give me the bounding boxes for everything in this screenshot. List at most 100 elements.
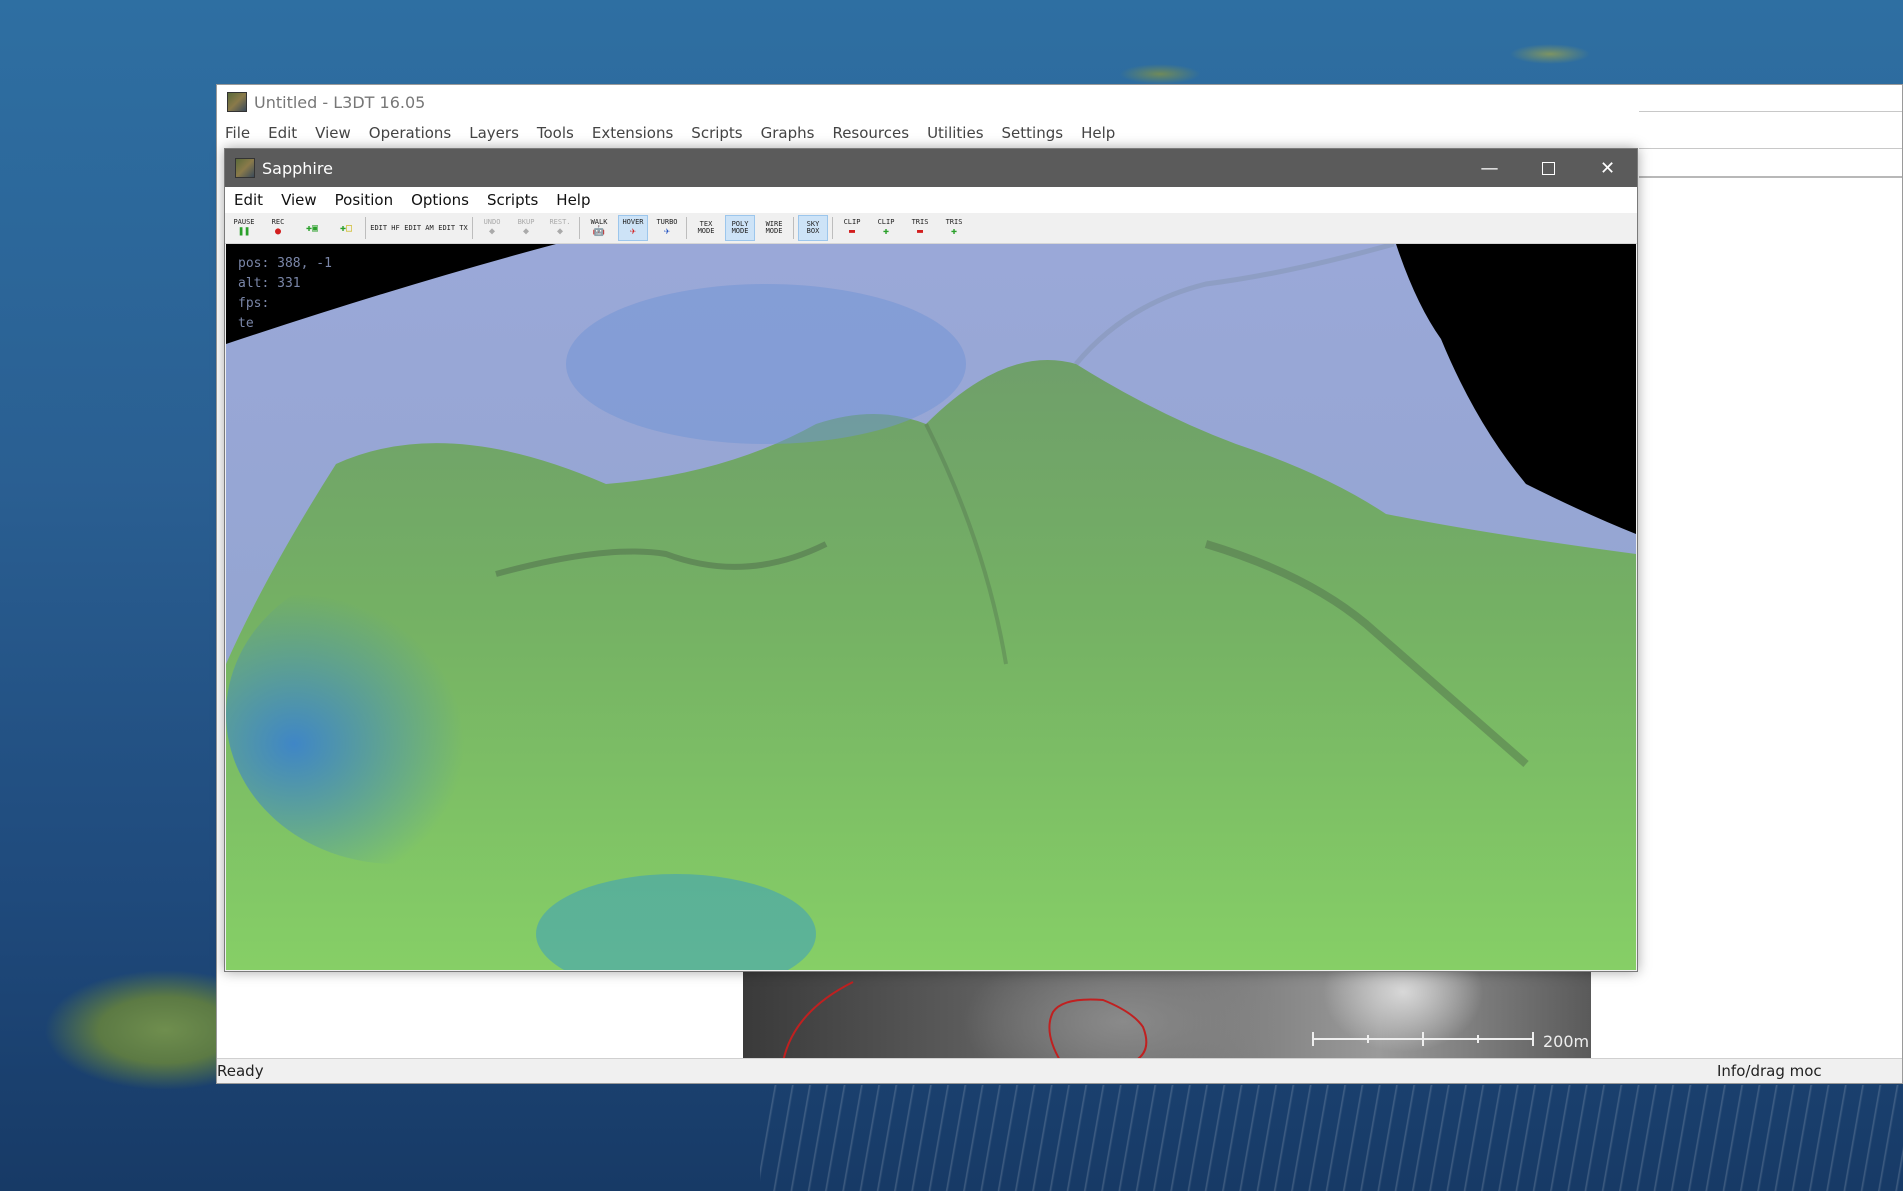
- l3dt-menu-file[interactable]: File: [225, 124, 250, 142]
- edit-heightfield-icon: EDIT HF: [370, 223, 400, 232]
- l3dt-menu-help[interactable]: Help: [1081, 124, 1115, 142]
- mdi-divider: [1639, 148, 1902, 149]
- edit-am-button[interactable]: EDIT AM: [404, 215, 434, 241]
- turbo-button[interactable]: TURBO ✈: [652, 215, 682, 241]
- l3dt-menu-layers[interactable]: Layers: [469, 124, 519, 142]
- toolbar-separator: [832, 217, 833, 239]
- l3dt-menu-extensions[interactable]: Extensions: [592, 124, 673, 142]
- sapphire-menu-position[interactable]: Position: [335, 191, 393, 209]
- save-icon: ✚▣: [305, 222, 319, 234]
- terrain-render: [226, 244, 1636, 970]
- l3dt-menu-view[interactable]: View: [315, 124, 351, 142]
- tris-plus-icon: ✚: [950, 226, 958, 237]
- fps-readout: fps:: [238, 296, 270, 311]
- l3dt-menu-scripts[interactable]: Scripts: [691, 124, 742, 142]
- wire-mode-icon: WIRE MODE: [765, 220, 783, 235]
- edit-texture-icon: EDIT TX: [438, 223, 468, 232]
- minimize-button[interactable]: —: [1460, 149, 1519, 187]
- turbo-icon: ✈: [663, 226, 671, 237]
- altitude-readout: alt: 331: [238, 276, 301, 291]
- hover-button[interactable]: HOVER ✈: [618, 215, 648, 241]
- sapphire-menu-help[interactable]: Help: [556, 191, 590, 209]
- toolbar-separator: [579, 217, 580, 239]
- sky-box-button[interactable]: SKY BOX: [798, 215, 828, 241]
- l3dt-title-bar[interactable]: Untitled - L3DT 16.05: [217, 85, 1902, 119]
- pause-button[interactable]: PAUSE ❚❚: [229, 215, 259, 241]
- edit-attributes-icon: EDIT AM: [404, 223, 434, 232]
- backup-icon: ◆: [522, 226, 530, 237]
- hover-icon: ✈: [629, 226, 637, 237]
- restore-button[interactable]: REST. ◆: [545, 215, 575, 241]
- save-button[interactable]: ✚▣: [297, 215, 327, 241]
- sapphire-window: Sapphire — ✕ Edit View Position Options …: [224, 148, 1638, 972]
- sapphire-title-bar[interactable]: Sapphire — ✕: [225, 149, 1637, 187]
- 3d-terrain-viewport[interactable]: pos: 388, -1 alt: 331 fps: te: [226, 244, 1636, 970]
- texture-mode-icon: TEX MODE: [697, 220, 715, 235]
- mdi-divider: [1639, 111, 1902, 112]
- clip-plus-button[interactable]: CLIP ✚: [871, 215, 901, 241]
- desktop-water-sparkle: [760, 1085, 1903, 1191]
- status-mode: Info/drag moc: [1717, 1062, 1822, 1080]
- sapphire-menu-scripts[interactable]: Scripts: [487, 191, 538, 209]
- sapphire-menu-bar: Edit View Position Options Scripts Help: [225, 187, 1637, 213]
- l3dt-window-title: Untitled - L3DT 16.05: [254, 92, 426, 112]
- scale-bar: [1312, 1032, 1534, 1046]
- close-button[interactable]: ✕: [1578, 149, 1637, 187]
- l3dt-menu-bar: File Edit View Operations Layers Tools E…: [217, 119, 1902, 147]
- undo-button[interactable]: UNDO ◆: [477, 215, 507, 241]
- status-text: Ready: [217, 1062, 264, 1080]
- sapphire-menu-edit[interactable]: Edit: [234, 191, 263, 209]
- record-icon: ●: [274, 226, 282, 237]
- tris-minus-button[interactable]: TRIS ▬: [905, 215, 935, 241]
- l3dt-menu-graphs[interactable]: Graphs: [761, 124, 815, 142]
- l3dt-menu-edit[interactable]: Edit: [268, 124, 297, 142]
- clip-plus-icon: ✚: [882, 226, 890, 237]
- minimize-icon: —: [1480, 157, 1499, 179]
- undo-icon: ◆: [488, 226, 496, 237]
- l3dt-menu-settings[interactable]: Settings: [1002, 124, 1064, 142]
- sapphire-window-title: Sapphire: [262, 158, 333, 178]
- maximize-button[interactable]: [1519, 149, 1578, 187]
- sapphire-menu-view[interactable]: View: [281, 191, 317, 209]
- position-overlay: pos: 388, -1 alt: 331 fps: te: [238, 254, 332, 334]
- toolbar-separator: [472, 217, 473, 239]
- poly-mode-icon: POLY MODE: [731, 220, 749, 235]
- toolbar-separator: [793, 217, 794, 239]
- toolbar-separator: [365, 217, 366, 239]
- edit-hf-button[interactable]: EDIT HF: [370, 215, 400, 241]
- status-bar: Ready Info/drag moc: [217, 1058, 1902, 1083]
- tris-minus-icon: ▬: [916, 226, 924, 237]
- backup-button[interactable]: BKUP ◆: [511, 215, 541, 241]
- l3dt-menu-resources[interactable]: Resources: [832, 124, 909, 142]
- l3dt-app-icon: [227, 92, 247, 112]
- toolbar-separator: [686, 217, 687, 239]
- load-button[interactable]: ✚□: [331, 215, 361, 241]
- clip-minus-button[interactable]: CLIP ▬: [837, 215, 867, 241]
- l3dt-menu-tools[interactable]: Tools: [537, 124, 574, 142]
- walk-icon: 🤖: [592, 226, 606, 237]
- record-button[interactable]: REC ●: [263, 215, 293, 241]
- l3dt-menu-operations[interactable]: Operations: [369, 124, 451, 142]
- map-preview-view[interactable]: 200m: [743, 972, 1591, 1062]
- walk-button[interactable]: WALK 🤖: [584, 215, 614, 241]
- restore-icon: ◆: [556, 226, 564, 237]
- mdi-divider: [1639, 176, 1902, 178]
- tris-plus-button[interactable]: TRIS ✚: [939, 215, 969, 241]
- edit-tx-button[interactable]: EDIT TX: [438, 215, 468, 241]
- sapphire-menu-options[interactable]: Options: [411, 191, 469, 209]
- pause-icon: ❚❚: [237, 226, 251, 237]
- wire-mode-button[interactable]: WIRE MODE: [759, 215, 789, 241]
- l3dt-menu-utilities[interactable]: Utilities: [927, 124, 983, 142]
- scale-label: 200m: [1543, 1032, 1590, 1051]
- maximize-icon: [1542, 161, 1555, 175]
- skybox-icon: SKY BOX: [806, 220, 820, 235]
- sapphire-toolbar: PAUSE ❚❚ REC ● ✚▣ ✚□ EDIT HF EDIT AM EDIT …: [225, 213, 1637, 244]
- load-icon: ✚□: [339, 222, 353, 234]
- map-contour-overlay: [782, 981, 1148, 1062]
- position-readout: pos: 388, -1: [238, 256, 332, 271]
- close-icon: ✕: [1599, 157, 1616, 179]
- tex-mode-button[interactable]: TEX MODE: [691, 215, 721, 241]
- poly-mode-button[interactable]: POLY MODE: [725, 215, 755, 241]
- sapphire-app-icon: [235, 158, 255, 178]
- clip-minus-icon: ▬: [848, 226, 856, 237]
